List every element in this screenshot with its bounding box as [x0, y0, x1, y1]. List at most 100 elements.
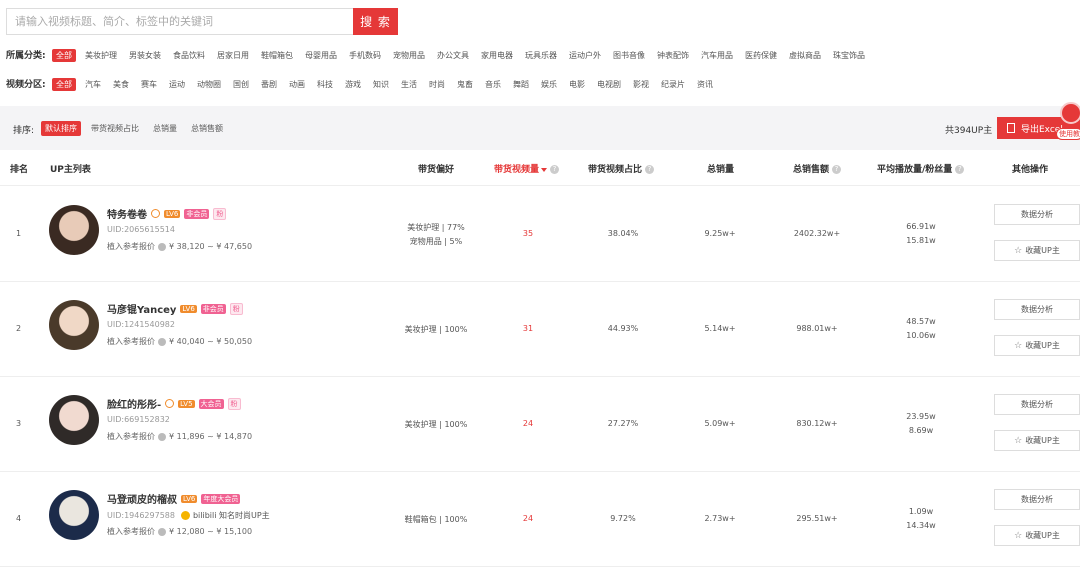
price-line: 植入参考报价 ¥ 12,080 ~ ¥ 15,100 — [107, 526, 252, 537]
tutorial-float-button[interactable]: 使用教 — [1056, 102, 1080, 140]
price-line: 植入参考报价 ¥ 38,120 ~ ¥ 47,650 — [107, 241, 252, 252]
category-option[interactable]: 虚拟商品 — [789, 51, 821, 60]
video-zone-option[interactable]: 影视 — [633, 80, 649, 89]
header-video-count[interactable]: 带货视频量? — [494, 162, 560, 175]
category-option[interactable]: 玩具乐器 — [525, 51, 557, 60]
star-icon: ☆ — [1014, 435, 1023, 446]
category-option[interactable]: 手机数码 — [349, 51, 381, 60]
video-zone-option[interactable]: 全部 — [52, 78, 76, 91]
table-row: 1 特务卷卷 LV6 非会员粉 UID:2065615514 植入参考报价 ¥ 38,120… — [0, 187, 1080, 282]
video-zone-option[interactable]: 鬼畜 — [457, 80, 473, 89]
level-badge: LV5 — [178, 399, 195, 408]
video-zone-option[interactable]: 时尚 — [429, 80, 445, 89]
video-zone-option[interactable]: 资讯 — [697, 80, 713, 89]
search-button[interactable]: 搜 索 — [353, 8, 398, 35]
video-zone-option[interactable]: 动画 — [289, 80, 305, 89]
video-zone-filter: 视频分区: 全部 汽车 美食 赛车 运动 动物圈 国创 番剧 动画 科技 游戏 知识 生活 时尚 鬼畜 音乐 舞… — [6, 75, 725, 91]
preference-1: 美妆护理 | 77% — [407, 223, 465, 232]
data-analysis-button[interactable]: 数据分析 — [994, 204, 1080, 225]
avatar[interactable] — [49, 490, 99, 540]
help-icon[interactable]: ? — [645, 165, 655, 174]
category-option[interactable]: 美妆护理 — [85, 51, 117, 60]
video-zone-option[interactable]: 游戏 — [345, 80, 361, 89]
preference-2: 宠物用品 | 5% — [409, 237, 463, 246]
member-badge: 年度大会员 — [201, 493, 241, 504]
preference-1: 鞋帽箱包 | 100% — [404, 515, 468, 524]
category-option[interactable]: 居家日用 — [217, 51, 249, 60]
avatar[interactable] — [49, 300, 99, 350]
video-zone-option[interactable]: 运动 — [169, 80, 185, 89]
video-count: 24 — [522, 419, 534, 428]
video-zone-option[interactable]: 赛车 — [141, 80, 157, 89]
sort-option[interactable]: 带货视频占比 — [91, 123, 139, 134]
video-zone-option[interactable]: 国创 — [233, 80, 249, 89]
avatar[interactable] — [49, 395, 99, 445]
video-zone-option[interactable]: 知识 — [373, 80, 389, 89]
favorite-up-button[interactable]: ☆ 收藏UP主 — [994, 240, 1080, 261]
uid-text: UID:1241540982 — [107, 320, 175, 329]
header-preference: 带货偏好 — [418, 165, 455, 175]
video-zone-option[interactable]: 美食 — [113, 80, 129, 89]
video-zone-option[interactable]: 电影 — [569, 80, 585, 89]
help-icon[interactable] — [158, 527, 166, 536]
video-zone-option[interactable]: 科技 — [317, 80, 333, 89]
category-option[interactable]: 运动户外 — [569, 51, 601, 60]
video-zone-option[interactable]: 番剧 — [261, 80, 277, 89]
sort-option[interactable]: 总销售额 — [191, 123, 223, 134]
header-ops: 其他操作 — [1012, 165, 1049, 175]
category-option[interactable]: 宠物用品 — [393, 51, 425, 60]
data-analysis-button[interactable]: 数据分析 — [994, 489, 1080, 510]
level-badge: LV6 — [181, 494, 198, 503]
video-zone-option[interactable]: 生活 — [401, 80, 417, 89]
up-name[interactable]: 脸红的彤彤- — [107, 396, 161, 411]
category-option[interactable]: 家用电器 — [481, 51, 513, 60]
category-option[interactable]: 食品饮料 — [173, 51, 205, 60]
up-name-line: 特务卷卷 LV6 非会员粉 — [107, 206, 227, 221]
video-zone-option[interactable]: 娱乐 — [541, 80, 557, 89]
row-actions: 数据分析 ☆ 收藏UP主 — [994, 472, 1080, 567]
header-avg-play[interactable]: 平均播放量/粉丝量? — [877, 162, 965, 175]
header-video-ratio[interactable]: 带货视频占比? — [588, 162, 655, 175]
up-name[interactable]: 特务卷卷 — [107, 206, 147, 221]
help-icon[interactable] — [158, 432, 166, 441]
help-icon[interactable]: ? — [955, 165, 965, 174]
member-badge: 非会员 — [200, 303, 226, 314]
video-zone-option[interactable]: 电视剧 — [597, 80, 621, 89]
help-icon[interactable] — [158, 242, 166, 251]
search-input[interactable] — [6, 8, 353, 35]
help-icon[interactable]: ? — [550, 165, 560, 174]
sort-option[interactable]: 总销量 — [153, 123, 177, 134]
uid-line: UID:669152832 — [107, 415, 170, 424]
sort-option[interactable]: 默认排序 — [41, 121, 81, 136]
category-option[interactable]: 钟表配饰 — [657, 51, 689, 60]
video-zone-option[interactable]: 音乐 — [485, 80, 501, 89]
up-name[interactable]: 马彦锟Yancey — [107, 301, 176, 316]
category-option[interactable]: 汽车用品 — [701, 51, 733, 60]
category-option[interactable]: 办公文具 — [437, 51, 469, 60]
category-option[interactable]: 全部 — [52, 49, 76, 62]
category-option[interactable]: 鞋帽箱包 — [261, 51, 293, 60]
category-option[interactable]: 母婴用品 — [305, 51, 337, 60]
category-option[interactable]: 珠宝饰品 — [833, 51, 865, 60]
video-zone-option[interactable]: 纪录片 — [661, 80, 685, 89]
data-analysis-button[interactable]: 数据分析 — [994, 394, 1080, 415]
price-value: ¥ 40,040 ~ ¥ 50,050 — [169, 337, 253, 346]
category-option[interactable]: 图书音像 — [613, 51, 645, 60]
help-icon[interactable] — [158, 337, 166, 346]
header-revenue[interactable]: 总销售额? — [793, 162, 842, 175]
data-analysis-label: 数据分析 — [1021, 210, 1053, 219]
video-zone-option[interactable]: 舞蹈 — [513, 80, 529, 89]
header-sales[interactable]: 总销量 — [707, 162, 734, 175]
video-zone-option[interactable]: 动物圈 — [197, 80, 221, 89]
favorite-up-button[interactable]: ☆ 收藏UP主 — [994, 525, 1080, 546]
price-line: 植入参考报价 ¥ 40,040 ~ ¥ 50,050 — [107, 336, 252, 347]
video-zone-option[interactable]: 汽车 — [85, 80, 101, 89]
favorite-up-button[interactable]: ☆ 收藏UP主 — [994, 430, 1080, 451]
avatar[interactable] — [49, 205, 99, 255]
category-option[interactable]: 医药保健 — [745, 51, 777, 60]
help-icon[interactable]: ? — [832, 165, 842, 174]
favorite-up-button[interactable]: ☆ 收藏UP主 — [994, 335, 1080, 356]
category-option[interactable]: 男装女装 — [129, 51, 161, 60]
data-analysis-button[interactable]: 数据分析 — [994, 299, 1080, 320]
up-name[interactable]: 马登顽皮的榴叔 — [107, 491, 177, 506]
